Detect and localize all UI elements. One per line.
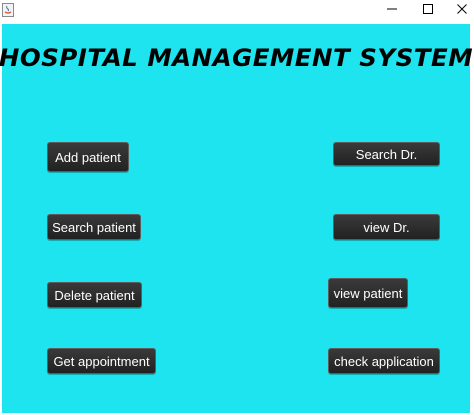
get-appointment-button[interactable]: Get appointment: [47, 348, 156, 374]
title-bar: [0, 0, 474, 22]
main-panel: HOSPITAL MANAGEMENT SYSTEM Add patient S…: [0, 24, 473, 413]
close-icon: [456, 2, 468, 20]
add-patient-button[interactable]: Add patient: [47, 142, 129, 172]
close-button[interactable]: [444, 0, 474, 22]
delete-patient-button[interactable]: Delete patient: [47, 282, 142, 308]
maximize-button[interactable]: [410, 0, 446, 22]
minimize-icon: [386, 2, 398, 20]
search-patient-button[interactable]: Search patient: [47, 214, 141, 240]
search-dr-button[interactable]: Search Dr.: [333, 142, 440, 166]
java-app-icon: [2, 3, 14, 17]
check-application-button[interactable]: check application: [328, 348, 440, 374]
app-title: HOSPITAL MANAGEMENT SYSTEM: [0, 44, 474, 72]
minimize-button[interactable]: [374, 0, 410, 22]
view-patient-button[interactable]: view patient: [328, 278, 408, 308]
view-dr-button[interactable]: view Dr.: [333, 214, 440, 240]
maximize-icon: [422, 2, 434, 20]
app-window: HOSPITAL MANAGEMENT SYSTEM Add patient S…: [0, 0, 474, 415]
